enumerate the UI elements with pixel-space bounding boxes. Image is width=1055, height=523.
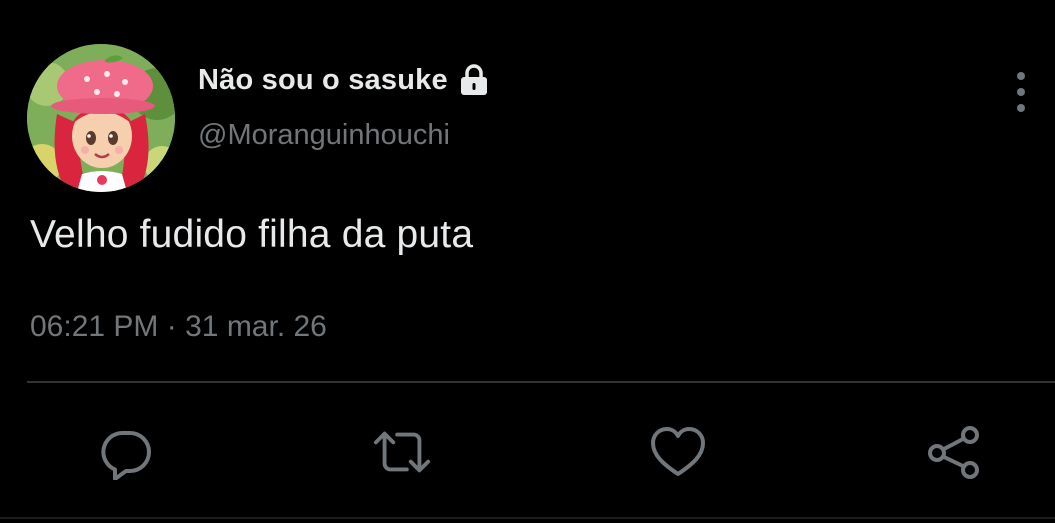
- reply-button[interactable]: [96, 422, 156, 482]
- strawberry-character-avatar-icon: [27, 44, 175, 192]
- tweet-timestamp: 06:21 PM · 31 mar. 26: [30, 310, 327, 344]
- user-handle[interactable]: @Moranguinhouchi: [198, 119, 450, 152]
- tweet-time[interactable]: 06:21 PM: [30, 310, 158, 343]
- tweet-date[interactable]: 31 mar. 26: [185, 310, 327, 343]
- retweet-button[interactable]: [372, 422, 432, 482]
- more-dot: [1017, 104, 1025, 112]
- reply-icon: [101, 431, 151, 480]
- display-name[interactable]: Não sou o sasuke: [198, 64, 448, 97]
- lock-icon: [457, 63, 491, 97]
- like-button[interactable]: [648, 422, 708, 482]
- meta-separator: ·: [166, 310, 177, 343]
- divider: [27, 381, 1055, 383]
- heart-icon: [651, 427, 705, 476]
- name-row: Não sou o sasuke: [198, 60, 491, 100]
- share-button[interactable]: [924, 422, 984, 482]
- tweet-detail: Não sou o sasuke @Moranguinhouchi Velho …: [0, 0, 1055, 523]
- bottom-divider: [0, 517, 1055, 519]
- avatar[interactable]: [27, 44, 175, 192]
- more-dot: [1017, 88, 1025, 96]
- more-options-icon[interactable]: [1007, 72, 1035, 112]
- share-icon: [928, 426, 979, 479]
- tweet-text: Velho fudido filha da puta: [30, 213, 474, 256]
- retweet-icon: [373, 431, 431, 473]
- more-dot: [1017, 72, 1025, 80]
